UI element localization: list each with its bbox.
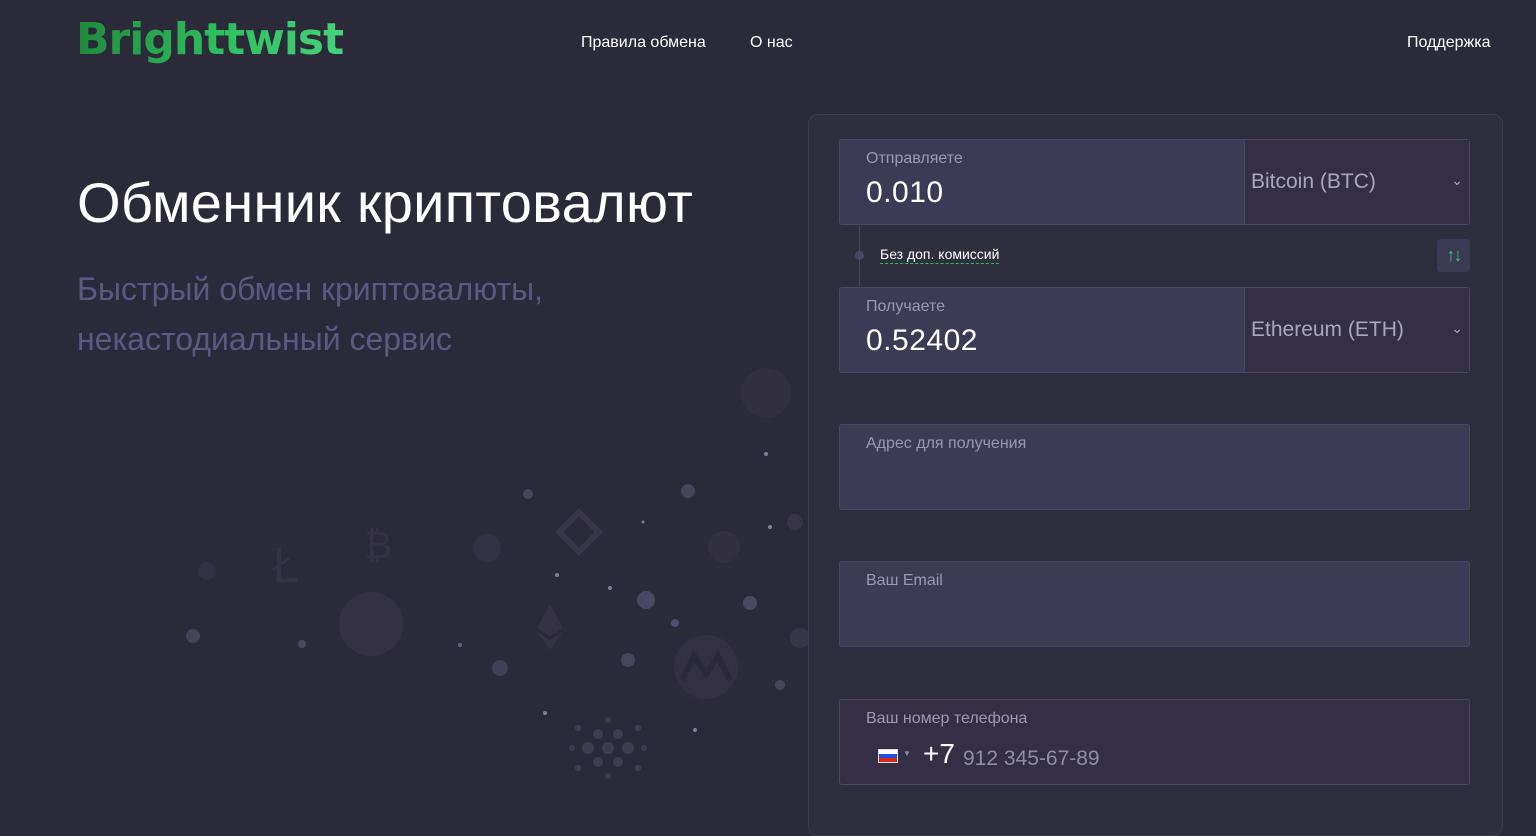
svg-text:₿: ₿ — [364, 523, 392, 567]
email-label: Ваш Email — [866, 572, 943, 589]
send-amount-field[interactable]: Отправляете 0.010 Bitcoin (BTC) ⌄ — [839, 139, 1470, 225]
nav-link-support[interactable]: Поддержка — [1407, 34, 1490, 52]
chevron-down-icon: ⌄ — [1451, 320, 1463, 336]
russia-flag-icon[interactable] — [878, 749, 898, 763]
receive-currency-select[interactable]: Ethereum (ETH) ⌄ — [1244, 288, 1469, 372]
caret-down-icon[interactable]: ▼ — [903, 749, 911, 758]
page-subtitle: Быстрый обмен криптовалюты, некастодиаль… — [77, 264, 677, 364]
swap-arrows-icon: ↑↓ — [1446, 245, 1463, 265]
page-title: Обменник криптовалют — [77, 171, 694, 234]
nav-link-about[interactable]: О нас — [750, 34, 793, 52]
chevron-down-icon: ⌄ — [1451, 172, 1463, 188]
receive-amount-value[interactable]: 0.52402 — [866, 324, 978, 358]
subtitle-line-2: некастодиальный сервис — [77, 321, 452, 357]
address-input[interactable] — [866, 465, 1446, 499]
fee-note-link[interactable]: Без доп. комиссий — [880, 246, 1000, 264]
brand-logo[interactable]: Brighttwist — [76, 10, 344, 70]
receive-label: Получаете — [866, 298, 946, 315]
swap-currencies-button[interactable]: ↑↓ — [1437, 239, 1470, 272]
send-amount-value[interactable]: 0.010 — [866, 176, 944, 210]
receive-amount-field[interactable]: Получаете 0.52402 Ethereum (ETH) ⌄ — [839, 287, 1470, 373]
email-input[interactable] — [866, 602, 1446, 636]
phone-label: Ваш номер телефона — [866, 710, 1028, 727]
send-label: Отправляете — [866, 150, 963, 167]
send-currency-select[interactable]: Bitcoin (BTC) ⌄ — [1244, 140, 1469, 224]
nav-link-exchange-rules[interactable]: Правила обмена — [581, 34, 706, 52]
svg-text:Ł: Ł — [271, 539, 298, 593]
address-field[interactable]: Адрес для получения — [839, 424, 1470, 510]
email-field[interactable]: Ваш Email — [839, 561, 1470, 647]
phone-input[interactable] — [963, 747, 1263, 771]
phone-country-code: +7 — [923, 738, 955, 769]
send-currency-name: Bitcoin (BTC) — [1251, 170, 1376, 193]
receive-currency-name: Ethereum (ETH) — [1251, 318, 1404, 341]
address-label: Адрес для получения — [866, 435, 1027, 452]
fee-connector-dot — [855, 251, 864, 260]
subtitle-line-1: Быстрый обмен криптовалюты, — [77, 271, 544, 307]
phone-field[interactable]: Ваш номер телефона ▼ +7 — [839, 699, 1470, 785]
